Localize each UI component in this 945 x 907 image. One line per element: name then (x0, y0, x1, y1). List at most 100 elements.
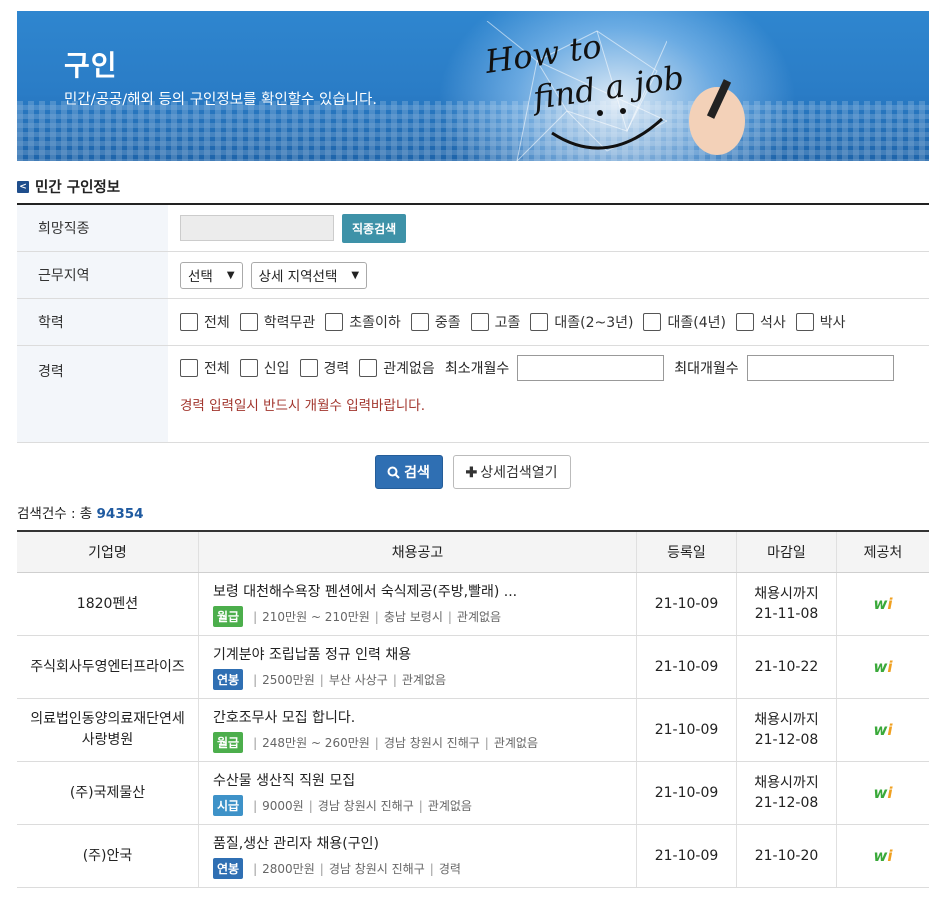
edu-checkbox[interactable]: 전체 (180, 312, 230, 332)
worknet-logo-icon: wi (873, 784, 893, 802)
col-provider: 제공처 (863, 545, 903, 561)
edu-checkbox[interactable]: 학력무관 (239, 312, 315, 332)
posting-meta: 시급 | 9000원 | 경남 창원시 진해구 | 관계없음 (213, 795, 472, 816)
col-reg-date: 등록일 (637, 532, 737, 572)
pay-amount: 2800만원 (262, 862, 315, 876)
col-company: 기업명 (17, 532, 199, 572)
job-row: 희망직종 직종검색 (17, 205, 929, 252)
posting-meta: 월급 | 248만원 ~ 260만원 | 경남 창원시 진해구 | 관계없음 (213, 732, 538, 753)
min-months-input[interactable] (517, 355, 665, 381)
max-months-label: 최대개월수 (674, 361, 739, 377)
table-row[interactable]: 의료법인동양의료재단연세사랑병원 간호조무사 모집 합니다. 월급 | 248만원 ~ … (17, 699, 929, 762)
reg-date: 21-10-09 (637, 573, 737, 635)
chevron-down-icon: ▼ (226, 269, 235, 281)
company-name[interactable]: (주)안국 (17, 825, 199, 887)
region-detail-select[interactable]: 상세 지역선택 ▼ (250, 261, 368, 289)
posting-cell: 기계분야 조립납품 정규 인력 채용연봉 | 2500만원 | 부산 사상구 | 관계없음 (199, 636, 637, 698)
pay-type-badge: 연봉 (213, 669, 244, 690)
chevron-down-icon: ▼ (351, 269, 360, 281)
career-checkbox[interactable]: 전체 (180, 358, 230, 378)
edu-checkbox[interactable]: 박사 (795, 312, 845, 332)
company-name[interactable]: 주식회사두영엔터프라이즈 (17, 636, 199, 698)
result-count: 검색건수 : 총 94354 (17, 506, 144, 522)
max-months-input[interactable] (746, 355, 894, 381)
edu-checkbox[interactable]: 대졸(2~3년) (530, 312, 633, 332)
posting-title-link[interactable]: 보령 대천해수욕장 펜션에서 숙식제공(주방,빨래) ... (213, 581, 517, 601)
worknet-logo-icon: wi (873, 658, 893, 676)
posting-cell: 간호조무사 모집 합니다. 월급 | 248만원 ~ 260만원 | 경남 창원시 진해구… (199, 699, 637, 761)
search-form: 희망직종 직종검색 근무지역 선택 ▼ 상세 지역선택 ▼ 학력 전체 학력무관 초… (17, 203, 929, 443)
region-row: 근무지역 선택 ▼ 상세 지역선택 ▼ (17, 252, 929, 299)
career-checkbox[interactable]: 경력 (299, 358, 349, 378)
job-label: 희망직종 (17, 205, 168, 251)
table-row[interactable]: 1820펜션 보령 대천해수욕장 펜션에서 숙식제공(주방,빨래) ... 월급 | 2… (17, 573, 929, 636)
job-table: 기업명 채용공고 등록일 마감일 제공처 1820펜션 보령 대천해수욕장 펜션에… (17, 530, 929, 888)
detail-search-toggle-button[interactable]: ✚ 상세검색열기 (452, 455, 571, 489)
work-region: 경남 창원시 진해구 (383, 736, 480, 750)
min-months-label: 최소개월수 (444, 361, 510, 377)
posting-title-link[interactable]: 기계분야 조립납품 정규 인력 채용 (213, 644, 411, 664)
banner-pattern (17, 101, 929, 161)
edu-checkbox[interactable]: 석사 (735, 312, 786, 332)
posting-meta: 월급 | 210만원 ~ 210만원 | 충남 보령시 | 관계없음 (213, 606, 501, 627)
provider-cell: wi (837, 699, 929, 761)
pay-type-badge: 월급 (213, 732, 244, 753)
job-search-button[interactable]: 직종검색 (342, 213, 407, 243)
reg-date: 21-10-09 (637, 762, 737, 824)
job-input[interactable] (180, 215, 334, 241)
edu-checkbox[interactable]: 고졸 (470, 312, 520, 332)
work-region: 경남 창원시 진해구 (328, 862, 425, 876)
edu-checkbox[interactable]: 대졸(4년) (643, 312, 726, 332)
provider-cell: wi (837, 636, 929, 698)
deadline: 채용시까지 21-12-08 (737, 762, 837, 824)
posting-cell: 품질,생산 관리자 채용(구인) 연봉 | 2800만원 | 경남 창원시 진해구 | 경력 (199, 825, 637, 887)
posting-meta: 연봉 | 2500만원 | 부산 사상구 | 관계없음 (213, 669, 446, 690)
region-select[interactable]: 선택 ▼ (180, 261, 243, 289)
col-deadline: 마감일 (737, 532, 837, 572)
career-req: 관계없음 (493, 736, 539, 750)
career-checkbox[interactable]: 관계없음 (359, 358, 435, 378)
pay-amount: 248만원 ~ 260만원 (262, 736, 370, 750)
posting-title-link[interactable]: 수산물 생산직 직원 모집 (213, 770, 355, 790)
edu-checkbox[interactable]: 중졸 (410, 312, 461, 332)
pay-type-badge: 시급 (213, 795, 244, 816)
posting-title-link[interactable]: 품질,생산 관리자 채용(구인) (213, 833, 379, 853)
table-row[interactable]: 주식회사두영엔터프라이즈 기계분야 조립납품 정규 인력 채용 연봉 | 2500만원 |… (17, 636, 929, 699)
section-title: < 민간 구인정보 (17, 176, 120, 197)
table-row[interactable]: (주)안국 품질,생산 관리자 채용(구인) 연봉 | 2800만원 | 경남 창원시 진해… (17, 825, 929, 888)
pay-amount: 210만원 ~ 210만원 (262, 610, 370, 624)
pay-amount: 9000원 (262, 799, 304, 813)
plus-icon: ✚ (465, 463, 478, 480)
career-req: 관계없음 (401, 673, 447, 687)
chevron-left-icon: < (17, 180, 29, 193)
search-button[interactable]: 검색 (374, 455, 443, 489)
section-title-text: 민간 구인정보 (35, 180, 121, 196)
deadline: 채용시까지 21-11-08 (737, 573, 837, 635)
pay-amount: 2500만원 (262, 673, 315, 687)
career-label: 경력 (17, 346, 168, 442)
company-name[interactable]: (주)국제물산 (17, 762, 199, 824)
career-warning: 경력 입력일시 반드시 개월수 입력바랍니다. (180, 398, 426, 414)
work-region: 충남 보령시 (383, 610, 443, 624)
company-name[interactable]: 1820펜션 (17, 573, 199, 635)
posting-title-link[interactable]: 간호조무사 모집 합니다. (213, 707, 355, 727)
education-row: 학력 전체 학력무관 초졸이하 중졸 고졸 대졸(2~3년) 대졸(4년) 석사… (17, 299, 929, 346)
deadline: 21-10-22 (737, 636, 837, 698)
education-label: 학력 (17, 299, 168, 345)
provider-cell: wi (837, 573, 929, 635)
search-button-row: 검색 ✚ 상세검색열기 (0, 455, 945, 489)
pay-type-badge: 연봉 (213, 858, 244, 879)
career-checkbox[interactable]: 신입 (239, 358, 290, 378)
company-name[interactable]: 의료법인동양의료재단연세사랑병원 (17, 699, 199, 761)
posting-cell: 보령 대천해수욕장 펜션에서 숙식제공(주방,빨래) ... 월급 | 210만원 ~… (199, 573, 637, 635)
table-header: 기업명 채용공고 등록일 마감일 제공처 (17, 532, 929, 573)
provider-cell: wi (837, 762, 929, 824)
reg-date: 21-10-09 (637, 699, 737, 761)
worknet-logo-icon: wi (873, 595, 893, 613)
provider-cell: wi (837, 825, 929, 887)
career-row: 경력 전체 신입 경력 관계없음 최소개월수 최대개월수 경력 입력일시 반드시… (17, 346, 929, 443)
table-row[interactable]: (주)국제물산 수산물 생산직 직원 모집시급 | 9000원 | 경남 창원시 진해구 |… (17, 762, 929, 825)
edu-checkbox[interactable]: 초졸이하 (325, 312, 401, 332)
deadline: 채용시까지 21-12-08 (737, 699, 837, 761)
worknet-logo-icon: wi (873, 721, 893, 739)
